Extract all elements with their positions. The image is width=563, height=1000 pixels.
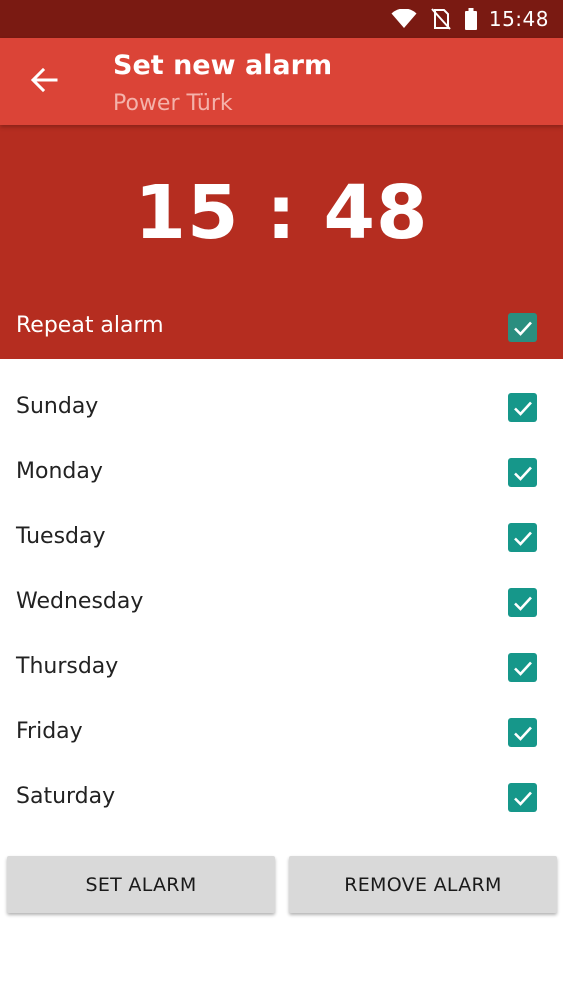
checkmark-icon <box>513 321 532 336</box>
day-list: Sunday Monday Tuesday Wednesday Thursday… <box>0 376 563 831</box>
day-row-saturday[interactable]: Saturday <box>0 766 563 831</box>
day-label: Friday <box>16 719 83 744</box>
arrow-left-icon <box>30 66 58 98</box>
day-checkbox-thursday[interactable] <box>508 653 537 682</box>
day-checkbox-sunday[interactable] <box>508 393 537 422</box>
app-toolbar: Set new alarm Power Türk <box>0 38 563 125</box>
checkmark-icon <box>513 791 532 806</box>
day-row-tuesday[interactable]: Tuesday <box>0 506 563 571</box>
alarm-time-display[interactable]: 15 : 48 <box>0 170 563 256</box>
wifi-icon <box>391 9 417 29</box>
day-row-monday[interactable]: Monday <box>0 441 563 506</box>
day-row-sunday[interactable]: Sunday <box>0 376 563 441</box>
checkmark-icon <box>513 466 532 481</box>
battery-icon <box>464 8 477 30</box>
checkmark-icon <box>513 661 532 676</box>
day-label: Wednesday <box>16 589 144 614</box>
remove-alarm-button[interactable]: REMOVE ALARM <box>289 856 557 913</box>
page-title: Set new alarm <box>113 50 333 81</box>
back-button[interactable] <box>22 60 66 104</box>
repeat-alarm-row[interactable]: Repeat alarm <box>0 303 563 353</box>
day-label: Sunday <box>16 394 99 419</box>
set-alarm-button[interactable]: SET ALARM <box>7 856 275 913</box>
page-subtitle: Power Türk <box>113 91 233 116</box>
day-label: Saturday <box>16 784 116 809</box>
day-checkbox-monday[interactable] <box>508 458 537 487</box>
status-time: 15:48 <box>488 7 549 31</box>
repeat-alarm-label: Repeat alarm <box>16 313 164 338</box>
day-label: Thursday <box>16 654 119 679</box>
day-checkbox-wednesday[interactable] <box>508 588 537 617</box>
day-label: Tuesday <box>16 524 106 549</box>
day-label: Monday <box>16 459 103 484</box>
status-bar: 15:48 <box>0 0 563 38</box>
checkmark-icon <box>513 531 532 546</box>
day-checkbox-saturday[interactable] <box>508 783 537 812</box>
day-row-wednesday[interactable]: Wednesday <box>0 571 563 636</box>
checkmark-icon <box>513 726 532 741</box>
checkmark-icon <box>513 401 532 416</box>
clock-panel: 15 : 48 Repeat alarm <box>0 125 563 359</box>
day-checkbox-friday[interactable] <box>508 718 537 747</box>
day-row-friday[interactable]: Friday <box>0 701 563 766</box>
day-row-thursday[interactable]: Thursday <box>0 636 563 701</box>
day-checkbox-tuesday[interactable] <box>508 523 537 552</box>
no-sim-icon <box>431 8 451 30</box>
repeat-alarm-checkbox[interactable] <box>508 313 537 342</box>
checkmark-icon <box>513 596 532 611</box>
